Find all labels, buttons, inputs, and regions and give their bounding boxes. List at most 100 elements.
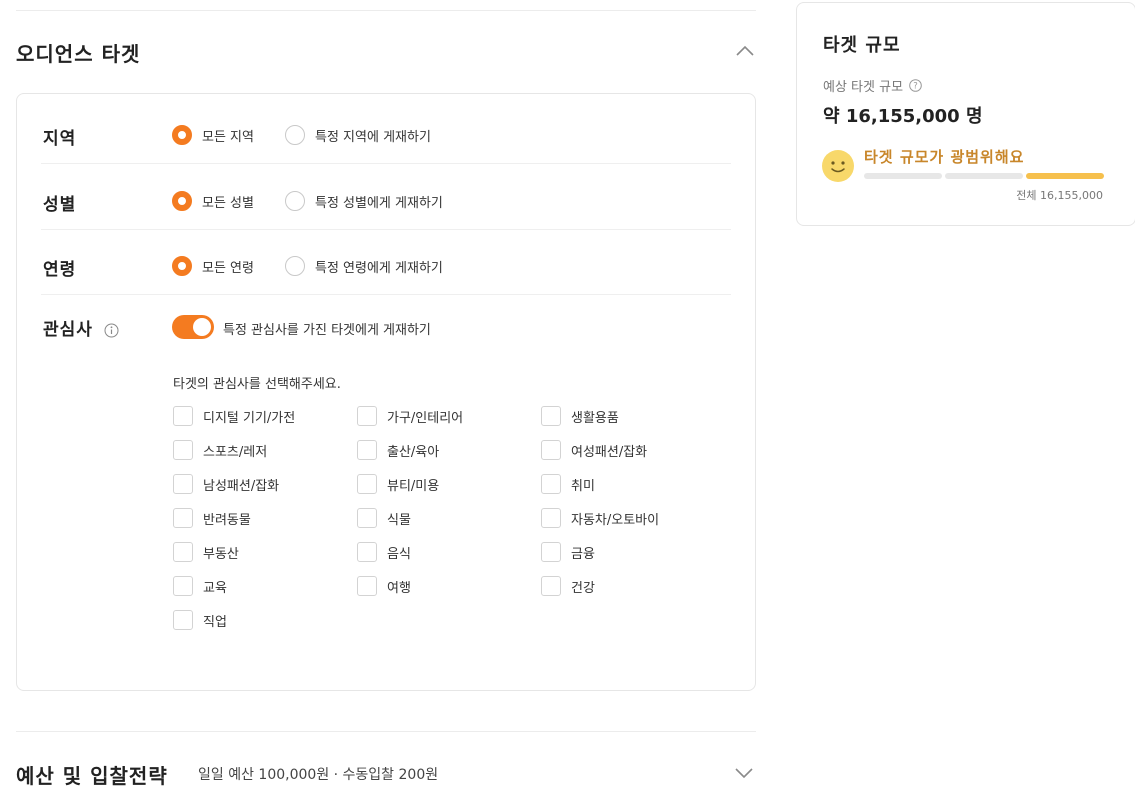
chevron-up-icon[interactable] xyxy=(734,40,756,62)
age-specific-label: 특정 연령에게 게재하기 xyxy=(315,260,443,276)
interest-option[interactable]: 금융 xyxy=(541,542,595,562)
interest-checkbox[interactable] xyxy=(357,542,377,562)
info-icon[interactable] xyxy=(104,323,119,338)
svg-text:?: ? xyxy=(913,82,918,92)
interest-checkbox[interactable] xyxy=(541,406,561,426)
gender-all-radio[interactable] xyxy=(172,191,192,211)
audience-section-header[interactable]: 오디언스 타겟 xyxy=(16,36,756,70)
interest-option[interactable]: 자동차/오토바이 xyxy=(541,508,659,528)
interest-option[interactable]: 반려동물 xyxy=(173,508,251,528)
target-size-total: 전체 16,155,000 xyxy=(1016,189,1103,202)
interest-option[interactable]: 교육 xyxy=(173,576,227,596)
interest-option-label: 디지털 기기/가전 xyxy=(203,410,296,426)
interest-option-label: 남성패션/잡화 xyxy=(203,478,280,494)
interest-option[interactable]: 생활용품 xyxy=(541,406,619,426)
region-specific-option[interactable]: 특정 지역에 게재하기 xyxy=(285,125,431,145)
target-size-subtitle-wrap: 예상 타겟 규모 ? xyxy=(823,76,922,95)
interest-option-label: 식물 xyxy=(387,512,411,528)
interest-option-label: 음식 xyxy=(387,546,411,562)
interest-checkbox[interactable] xyxy=(173,440,193,460)
gender-all-label: 모든 성별 xyxy=(202,195,254,211)
interest-checkbox[interactable] xyxy=(541,576,561,596)
age-all-option[interactable]: 모든 연령 xyxy=(172,256,254,276)
region-all-option[interactable]: 모든 지역 xyxy=(172,125,254,145)
age-specific-option[interactable]: 특정 연령에게 게재하기 xyxy=(285,256,443,276)
interest-checkbox[interactable] xyxy=(173,610,193,630)
bottom-divider xyxy=(16,731,756,732)
interest-option-label: 여성패션/잡화 xyxy=(571,444,648,460)
gender-specific-radio[interactable] xyxy=(285,191,305,211)
interest-option[interactable]: 음식 xyxy=(357,542,411,562)
budget-summary: 일일 예산 100,000원 · 수동입찰 200원 xyxy=(198,767,439,783)
interest-option-label: 부동산 xyxy=(203,546,239,562)
region-all-radio[interactable] xyxy=(172,125,192,145)
interest-option-label: 금융 xyxy=(571,546,595,562)
region-row: 지역 모든 지역 특정 지역에 게재하기 xyxy=(41,98,731,164)
interest-option[interactable]: 남성패션/잡화 xyxy=(173,474,279,494)
question-circle-icon[interactable]: ? xyxy=(909,79,922,92)
target-size-value: 약 16,155,000 명 xyxy=(823,106,983,127)
interest-label: 관심사 xyxy=(43,320,93,340)
target-size-status: 타겟 규모가 광범위해요 xyxy=(864,148,1025,166)
target-size-gauge xyxy=(864,173,1104,179)
interest-checkbox[interactable] xyxy=(541,440,561,460)
interest-checkbox[interactable] xyxy=(357,406,377,426)
gender-specific-label: 특정 성별에게 게재하기 xyxy=(315,195,443,211)
chevron-down-icon[interactable] xyxy=(733,762,755,784)
region-specific-label: 특정 지역에 게재하기 xyxy=(315,129,431,145)
smiley-icon xyxy=(822,150,854,182)
gauge-segment xyxy=(1026,173,1104,179)
interest-option[interactable]: 부동산 xyxy=(173,542,239,562)
interest-checkbox[interactable] xyxy=(173,542,193,562)
interest-checkbox[interactable] xyxy=(173,406,193,426)
interest-checkbox[interactable] xyxy=(541,542,561,562)
gender-label: 성별 xyxy=(43,195,77,215)
interest-option-label: 직업 xyxy=(203,614,227,630)
interest-option[interactable]: 여행 xyxy=(357,576,411,596)
audience-section-title: 오디언스 타겟 xyxy=(16,42,141,66)
interest-option-label: 뷰티/미용 xyxy=(387,478,440,494)
gender-specific-option[interactable]: 특정 성별에게 게재하기 xyxy=(285,191,443,211)
budget-section-title[interactable]: 예산 및 입찰전략 xyxy=(16,760,168,789)
age-all-label: 모든 연령 xyxy=(202,260,254,276)
interest-option-label: 자동차/오토바이 xyxy=(571,512,660,528)
interest-toggle[interactable] xyxy=(172,315,214,339)
region-specific-radio[interactable] xyxy=(285,125,305,145)
interest-checkbox[interactable] xyxy=(173,576,193,596)
interest-option[interactable]: 가구/인테리어 xyxy=(357,406,463,426)
gender-all-option[interactable]: 모든 성별 xyxy=(172,191,254,211)
interest-option[interactable]: 직업 xyxy=(173,610,227,630)
target-size-subtitle: 예상 타겟 규모 xyxy=(823,80,904,95)
interest-option[interactable]: 뷰티/미용 xyxy=(357,474,439,494)
audience-card: 지역 모든 지역 특정 지역에 게재하기 성별 모든 성별 특정 성별에게 게재… xyxy=(16,93,756,691)
top-divider xyxy=(16,10,756,11)
age-specific-radio[interactable] xyxy=(285,256,305,276)
interest-checkbox[interactable] xyxy=(173,474,193,494)
interest-option[interactable]: 스포츠/레저 xyxy=(173,440,267,460)
age-all-radio[interactable] xyxy=(172,256,192,276)
interest-checkbox[interactable] xyxy=(357,474,377,494)
interest-option-label: 교육 xyxy=(203,580,227,596)
interest-option-label: 반려동물 xyxy=(203,512,251,528)
interest-checkbox[interactable] xyxy=(541,474,561,494)
interest-checkbox[interactable] xyxy=(541,508,561,528)
target-size-title: 타겟 규모 xyxy=(823,35,901,56)
interest-option[interactable]: 여성패션/잡화 xyxy=(541,440,647,460)
interest-label-wrap: 관심사 xyxy=(43,315,119,340)
gauge-segment xyxy=(864,173,942,179)
interest-option[interactable]: 취미 xyxy=(541,474,595,494)
gauge-segment xyxy=(945,173,1023,179)
interest-checkbox[interactable] xyxy=(357,440,377,460)
interest-option[interactable]: 디지털 기기/가전 xyxy=(173,406,295,426)
gender-row: 성별 모든 성별 특정 성별에게 게재하기 xyxy=(41,164,731,230)
interest-option[interactable]: 건강 xyxy=(541,576,595,596)
interest-checkbox[interactable] xyxy=(357,576,377,596)
interest-checkbox[interactable] xyxy=(357,508,377,528)
target-size-card: 타겟 규모 예상 타겟 규모 ? 약 16,155,000 명 타겟 규모가 광… xyxy=(796,2,1135,226)
age-row: 연령 모든 연령 특정 연령에게 게재하기 xyxy=(41,229,731,295)
interest-checkbox[interactable] xyxy=(173,508,193,528)
region-label: 지역 xyxy=(43,129,77,149)
interest-option[interactable]: 식물 xyxy=(357,508,411,528)
interest-option-label: 가구/인테리어 xyxy=(387,410,464,426)
interest-option[interactable]: 출산/육아 xyxy=(357,440,439,460)
